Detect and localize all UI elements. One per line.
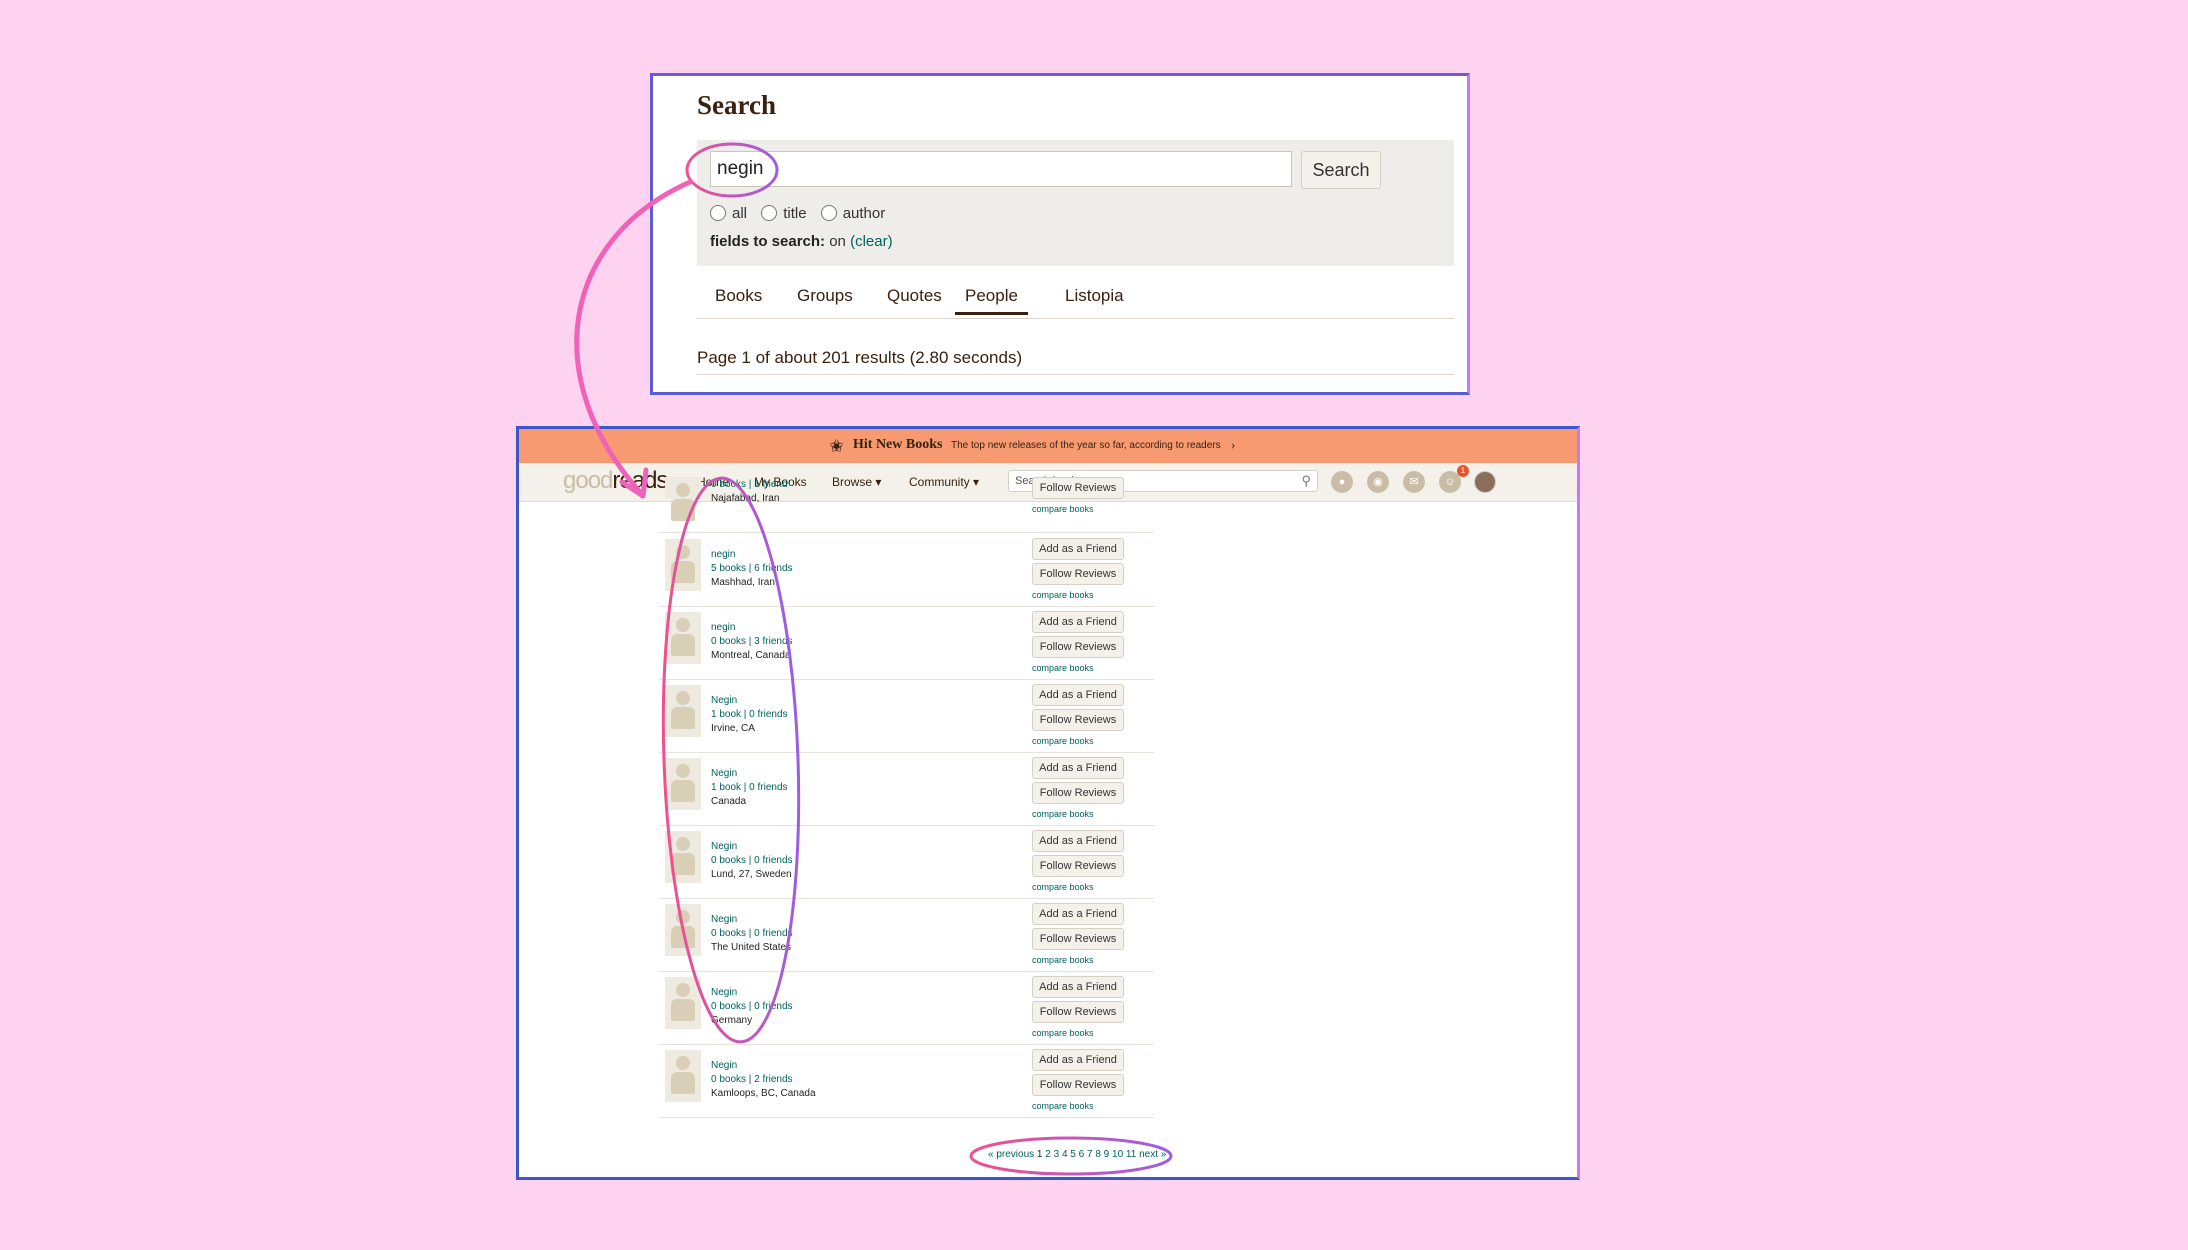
- arrow-curve: [574, 179, 693, 495]
- annotation-overlay: [574, 142, 1173, 1176]
- names-highlight-ellipse: [661, 476, 801, 1044]
- query-highlight-ellipse: [685, 142, 779, 198]
- pagination-highlight-ellipse: [969, 1136, 1173, 1176]
